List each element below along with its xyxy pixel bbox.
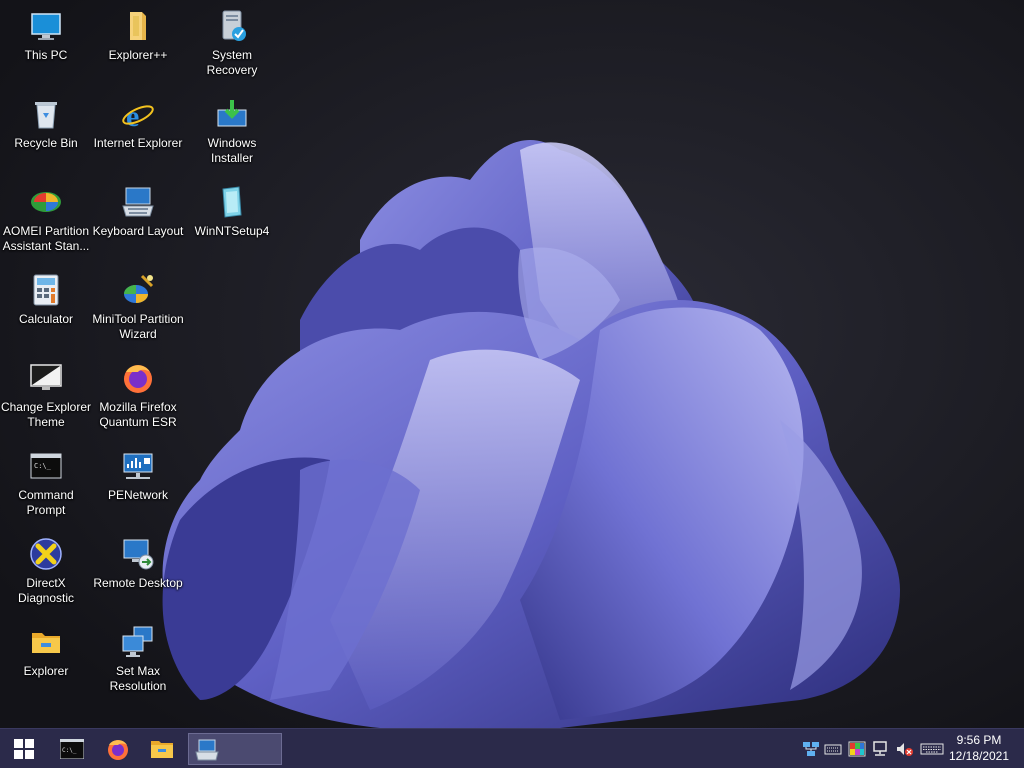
desktop-icon-label: Windows Installer: [207, 136, 257, 165]
desktop-icon-recycle-bin[interactable]: Recycle Bin: [0, 92, 92, 176]
firefox-icon: [120, 360, 156, 396]
taskbar: C:\_ 9:56 PM 12/18/2021: [0, 728, 1024, 768]
desktop-icon-label: Mozilla Firefox Quantum ESR: [99, 400, 177, 429]
taskbar-clock[interactable]: 9:56 PM 12/18/2021: [944, 732, 1014, 764]
desktop-icon-command-prompt[interactable]: C:\_ Command Prompt: [0, 444, 92, 528]
keyboard-layout-icon: [195, 739, 219, 761]
winntsetup-icon: [214, 184, 250, 220]
ie-icon: e: [120, 96, 156, 132]
desktop-icon-penetwork[interactable]: PENetwork: [92, 444, 184, 528]
recycle-bin-icon: [28, 96, 64, 132]
desktop-icon-label: Change Explorer Theme: [0, 400, 92, 429]
desktop-icon-explorer[interactable]: Explorer: [0, 620, 92, 704]
minitool-icon: [120, 272, 156, 308]
desktop-icon-label: This PC: [24, 48, 68, 62]
folder-icon: [120, 8, 156, 44]
firefox-icon: [106, 737, 130, 761]
desktop-icon-label: MiniTool Partition Wizard: [92, 312, 184, 341]
desktop-icon-directx-diagnostic[interactable]: DirectX Diagnostic: [0, 532, 92, 616]
desktop-icon-label: Remote Desktop: [93, 576, 183, 590]
desktop-icon-set-max-resolution[interactable]: Set Max Resolution: [92, 620, 184, 704]
tray-keyboard-input[interactable]: [920, 741, 944, 757]
desktop-icon-label: Command Prompt: [18, 488, 74, 517]
cmd-icon: C:\_: [60, 739, 84, 759]
network-icon: [120, 448, 156, 484]
tray-keyboard[interactable]: [824, 741, 842, 757]
keyboard-input-icon: [920, 741, 944, 757]
taskbar-firefox[interactable]: [98, 733, 138, 765]
desktop-icon-mozilla-firefox[interactable]: Mozilla Firefox Quantum ESR: [92, 356, 184, 440]
desktop-icon-label: Explorer: [23, 664, 69, 678]
folder-icon: [150, 739, 174, 759]
svg-text:C:\_: C:\_: [62, 747, 77, 754]
desktop-icon-calculator[interactable]: Calculator: [0, 268, 92, 352]
cmd-icon: C:\_: [28, 448, 64, 484]
taskbar-command-prompt[interactable]: C:\_: [52, 733, 92, 765]
remote-desktop-icon: [120, 536, 156, 572]
desktop-icon-label: Keyboard Layout: [92, 224, 184, 238]
desktop-icon-label: Internet Explorer: [93, 136, 183, 150]
keyboard-icon: [824, 741, 842, 757]
tray-network-settings[interactable]: [802, 741, 820, 757]
taskbar-explorer[interactable]: [142, 733, 182, 765]
desktop-icon-windows-installer[interactable]: Windows Installer: [186, 92, 278, 176]
aomei-icon: [28, 184, 64, 220]
svg-text:e: e: [126, 100, 139, 132]
calculator-icon: [28, 272, 64, 308]
desktop-icon-label: Set Max Resolution: [109, 664, 167, 693]
desktop-icon-this-pc[interactable]: This PC: [0, 4, 92, 88]
monitor-icon: [28, 8, 64, 44]
desktop-icon-winntsetup4[interactable]: WinNTSetup4: [186, 180, 278, 264]
clock-date: 12/18/2021: [948, 749, 1010, 763]
folder-icon: [28, 624, 64, 660]
tray-color[interactable]: [848, 741, 866, 757]
svg-text:C:\_: C:\_: [34, 462, 52, 470]
desktop: This PC Recycle Bin AOMEI Partition Assi…: [0, 0, 1024, 728]
desktop-icon-label: DirectX Diagnostic: [17, 576, 75, 605]
network-settings-icon: [802, 741, 820, 757]
desktop-icon-explorer-plus-plus[interactable]: Explorer++: [92, 4, 184, 88]
desktop-icon-keyboard-layout[interactable]: Keyboard Layout: [92, 180, 184, 264]
desktop-icon-label: Calculator: [18, 312, 74, 326]
tray-volume[interactable]: [896, 741, 914, 757]
desktop-icon-label: Explorer++: [108, 48, 168, 62]
desktop-icon-label: AOMEI Partition Assistant Stan...: [2, 224, 90, 253]
start-button[interactable]: [4, 733, 44, 765]
windows-start-icon: [14, 739, 34, 759]
desktop-icon-aomei[interactable]: AOMEI Partition Assistant Stan...: [0, 180, 92, 264]
clock-time: 9:56 PM: [956, 733, 1002, 747]
directx-icon: [28, 536, 64, 572]
desktop-icon-label: System Recovery: [206, 48, 258, 77]
system-recovery-icon: [214, 8, 250, 44]
desktop-icon-minitool-partition-wizard[interactable]: MiniTool Partition Wizard: [92, 268, 184, 352]
color-icon: [848, 741, 866, 757]
taskbar-keyboard-layout-active[interactable]: [188, 733, 282, 765]
desktop-icon-label: WinNTSetup4: [194, 224, 270, 238]
desktop-icon-remote-desktop[interactable]: Remote Desktop: [92, 532, 184, 616]
tray-network[interactable]: [872, 741, 890, 757]
keyboard-icon: [120, 184, 156, 220]
desktop-icon-system-recovery[interactable]: System Recovery: [186, 4, 278, 88]
theme-icon: [28, 360, 64, 396]
desktop-icon-internet-explorer[interactable]: e Internet Explorer: [92, 92, 184, 176]
installer-icon: [214, 96, 250, 132]
desktop-icon-label: PENetwork: [107, 488, 169, 502]
volume-muted-icon: [896, 741, 914, 757]
desktop-icon-change-explorer-theme[interactable]: Change Explorer Theme: [0, 356, 92, 440]
network-icon: [872, 741, 890, 757]
display-icon: [120, 624, 156, 660]
desktop-icon-label: Recycle Bin: [14, 136, 78, 150]
